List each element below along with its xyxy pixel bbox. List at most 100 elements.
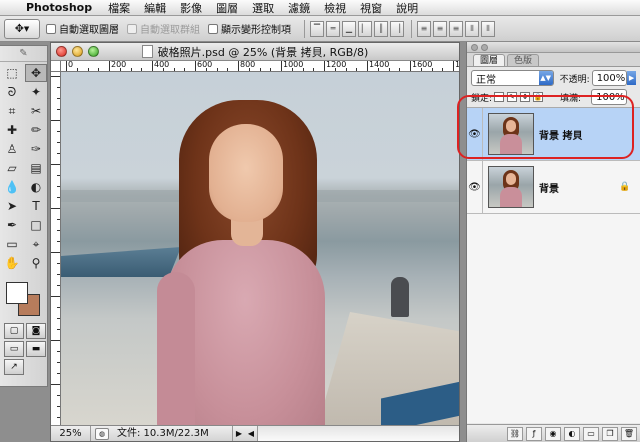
standard-mode-button[interactable]: ▢ [4, 323, 24, 339]
history-brush-tool-icon[interactable]: ✑ [25, 140, 47, 158]
scroll-left-arrow-icon[interactable]: ◀ [245, 429, 257, 438]
pen-tool-icon[interactable]: ✒ [1, 216, 23, 234]
slice-tool-icon[interactable]: ✂ [25, 102, 47, 120]
menu-help[interactable]: 說明 [396, 0, 418, 16]
align-left-button[interactable]: ▏ [358, 20, 372, 37]
tool-preset-picker[interactable]: ✥ ▼ [4, 18, 40, 39]
jump-to-imageready-button[interactable]: ↗ [4, 359, 24, 375]
show-transform-controls-checkbox[interactable]: 顯示變形控制項 [208, 21, 291, 36]
lock-transparency-checkbox[interactable] [494, 92, 505, 102]
layer-mask-icon[interactable]: ◉ [545, 426, 561, 441]
menu-edit[interactable]: 編輯 [144, 0, 166, 16]
eye-icon[interactable]: 👁 [467, 161, 483, 213]
document-info-icon[interactable]: ◍ [95, 427, 109, 440]
align-top-button[interactable]: ▔ [310, 20, 324, 37]
path-selection-tool-icon[interactable]: ➤ [1, 197, 23, 215]
menu-file[interactable]: 檔案 [108, 0, 130, 16]
panel-minimize-button[interactable] [481, 43, 488, 51]
brush-tool-icon[interactable]: ✏ [25, 121, 47, 139]
opacity-field[interactable]: 100% [591, 70, 628, 86]
layer-thumbnail [488, 113, 534, 155]
align-hcenter-button[interactable]: ║ [374, 20, 388, 37]
auto-select-layer-label: 自動選取圖層 [59, 25, 119, 36]
vertical-ruler[interactable] [51, 61, 61, 425]
lock-pixels-checkbox[interactable]: ✎ [507, 92, 518, 102]
blur-tool-icon[interactable]: 💧 [1, 178, 23, 196]
move-tool-icon[interactable]: ✥ [25, 64, 47, 82]
blend-mode-select[interactable]: 正常 ▲▼ [471, 70, 554, 86]
distribute-top-button[interactable]: ≡ [417, 20, 431, 37]
eye-icon[interactable]: 👁 [467, 108, 483, 160]
distribute-vcenter-button[interactable]: ≡ [433, 20, 447, 37]
lock-position-checkbox[interactable]: ✥ [520, 92, 531, 102]
ruler-label: 800 [240, 61, 256, 69]
thumb-body [500, 187, 522, 207]
layer-row-background[interactable]: 👁 背景 🔒 [467, 161, 640, 214]
shape-tool-icon[interactable]: □ [25, 216, 47, 234]
zoom-tool-icon[interactable]: ⚲ [25, 254, 47, 272]
zoom-level[interactable]: 25% [51, 426, 91, 441]
panel-footer: ⛓ ƒ ◉ ◐ ▭ ❐ 🗑 [467, 424, 640, 442]
new-group-icon[interactable]: ▭ [583, 426, 599, 441]
lock-all-checkbox[interactable]: 🔒 [533, 92, 544, 102]
distribute-hcenter-button[interactable]: ⦀ [481, 20, 495, 37]
notes-tool-icon[interactable]: ▭ [1, 235, 23, 253]
align-vcenter-button[interactable]: ═ [326, 20, 340, 37]
document-title-bar[interactable]: 破格照片.psd @ 25% (背景 拷貝, RGB/8) [51, 43, 459, 61]
menu-window[interactable]: 視窗 [360, 0, 382, 16]
quick-mask-button[interactable]: ◙ [26, 323, 46, 339]
align-right-button[interactable]: ▕ [390, 20, 404, 37]
menu-filter[interactable]: 濾鏡 [288, 0, 310, 16]
clone-stamp-tool-icon[interactable]: ♙ [1, 140, 23, 158]
fill-field[interactable]: 100% [591, 89, 628, 105]
status-menu-arrow-icon[interactable]: ▶ [233, 429, 245, 438]
auto-select-layer-checkbox[interactable]: 自動選取圖層 [46, 21, 119, 36]
link-layers-icon[interactable]: ⛓ [507, 426, 523, 441]
menu-image[interactable]: 影像 [180, 0, 202, 16]
magic-wand-tool-icon[interactable]: ✦ [25, 83, 47, 101]
marquee-tool-icon[interactable]: ⬚ [1, 64, 23, 82]
blend-mode-value: 正常 [476, 74, 496, 86]
minimize-button[interactable] [72, 46, 83, 57]
toolbox-grip[interactable]: ✎ [0, 46, 47, 62]
adjustment-layer-icon[interactable]: ◐ [564, 426, 580, 441]
image-canvas[interactable] [61, 72, 459, 425]
horizontal-ruler[interactable]: 020040060080010001200140016001800 [61, 61, 459, 72]
layer-style-icon[interactable]: ƒ [526, 426, 542, 441]
tab-channels[interactable]: 色版 [507, 54, 540, 66]
lasso-tool-icon[interactable]: ᘐ [1, 83, 23, 101]
eyedropper-tool-icon[interactable]: ⌖ [25, 235, 47, 253]
hand-tool-icon[interactable]: ✋ [1, 254, 23, 272]
panel-title-bar[interactable] [467, 42, 640, 53]
gradient-tool-icon[interactable]: ▤ [25, 159, 47, 177]
menu-layer[interactable]: 圖層 [216, 0, 238, 16]
crop-tool-icon[interactable]: ⌗ [1, 102, 23, 120]
close-button[interactable] [56, 46, 67, 57]
subject-arm [157, 272, 195, 425]
dodge-tool-icon[interactable]: ◐ [25, 178, 47, 196]
screen-mode-standard-button[interactable]: ▭ [4, 341, 24, 357]
horizontal-scrollbar[interactable] [257, 426, 459, 441]
app-name-menu[interactable]: Photoshop [26, 1, 92, 14]
show-transform-controls-label: 顯示變形控制項 [221, 25, 291, 36]
new-layer-icon[interactable]: ❐ [602, 426, 618, 441]
layer-row-background-copy[interactable]: 👁 背景 拷貝 [467, 108, 640, 161]
eraser-tool-icon[interactable]: ▱ [1, 159, 23, 177]
menu-view[interactable]: 檢視 [324, 0, 346, 16]
ruler-origin[interactable] [51, 61, 61, 72]
healing-brush-tool-icon[interactable]: ✚ [1, 121, 23, 139]
menu-select[interactable]: 選取 [252, 0, 274, 16]
panel-close-button[interactable] [471, 43, 478, 51]
tab-layers[interactable]: 圖層 [473, 54, 506, 66]
type-tool-icon[interactable]: T [25, 197, 47, 215]
zoom-button[interactable] [88, 46, 99, 57]
distribute-bottom-button[interactable]: ≡ [449, 20, 463, 37]
screen-mode-full-button[interactable]: ▬ [26, 341, 46, 357]
trash-icon[interactable]: 🗑 [621, 426, 637, 441]
distribute-left-button[interactable]: ⦀ [465, 20, 479, 37]
align-bottom-button[interactable]: ▁ [342, 20, 356, 37]
opacity-slider-arrow-icon[interactable]: ▶ [627, 71, 636, 85]
auto-select-group-checkbox[interactable]: 自動選取群組 [127, 21, 200, 36]
foreground-color-swatch[interactable] [6, 282, 28, 304]
ruler-tick [51, 164, 60, 165]
